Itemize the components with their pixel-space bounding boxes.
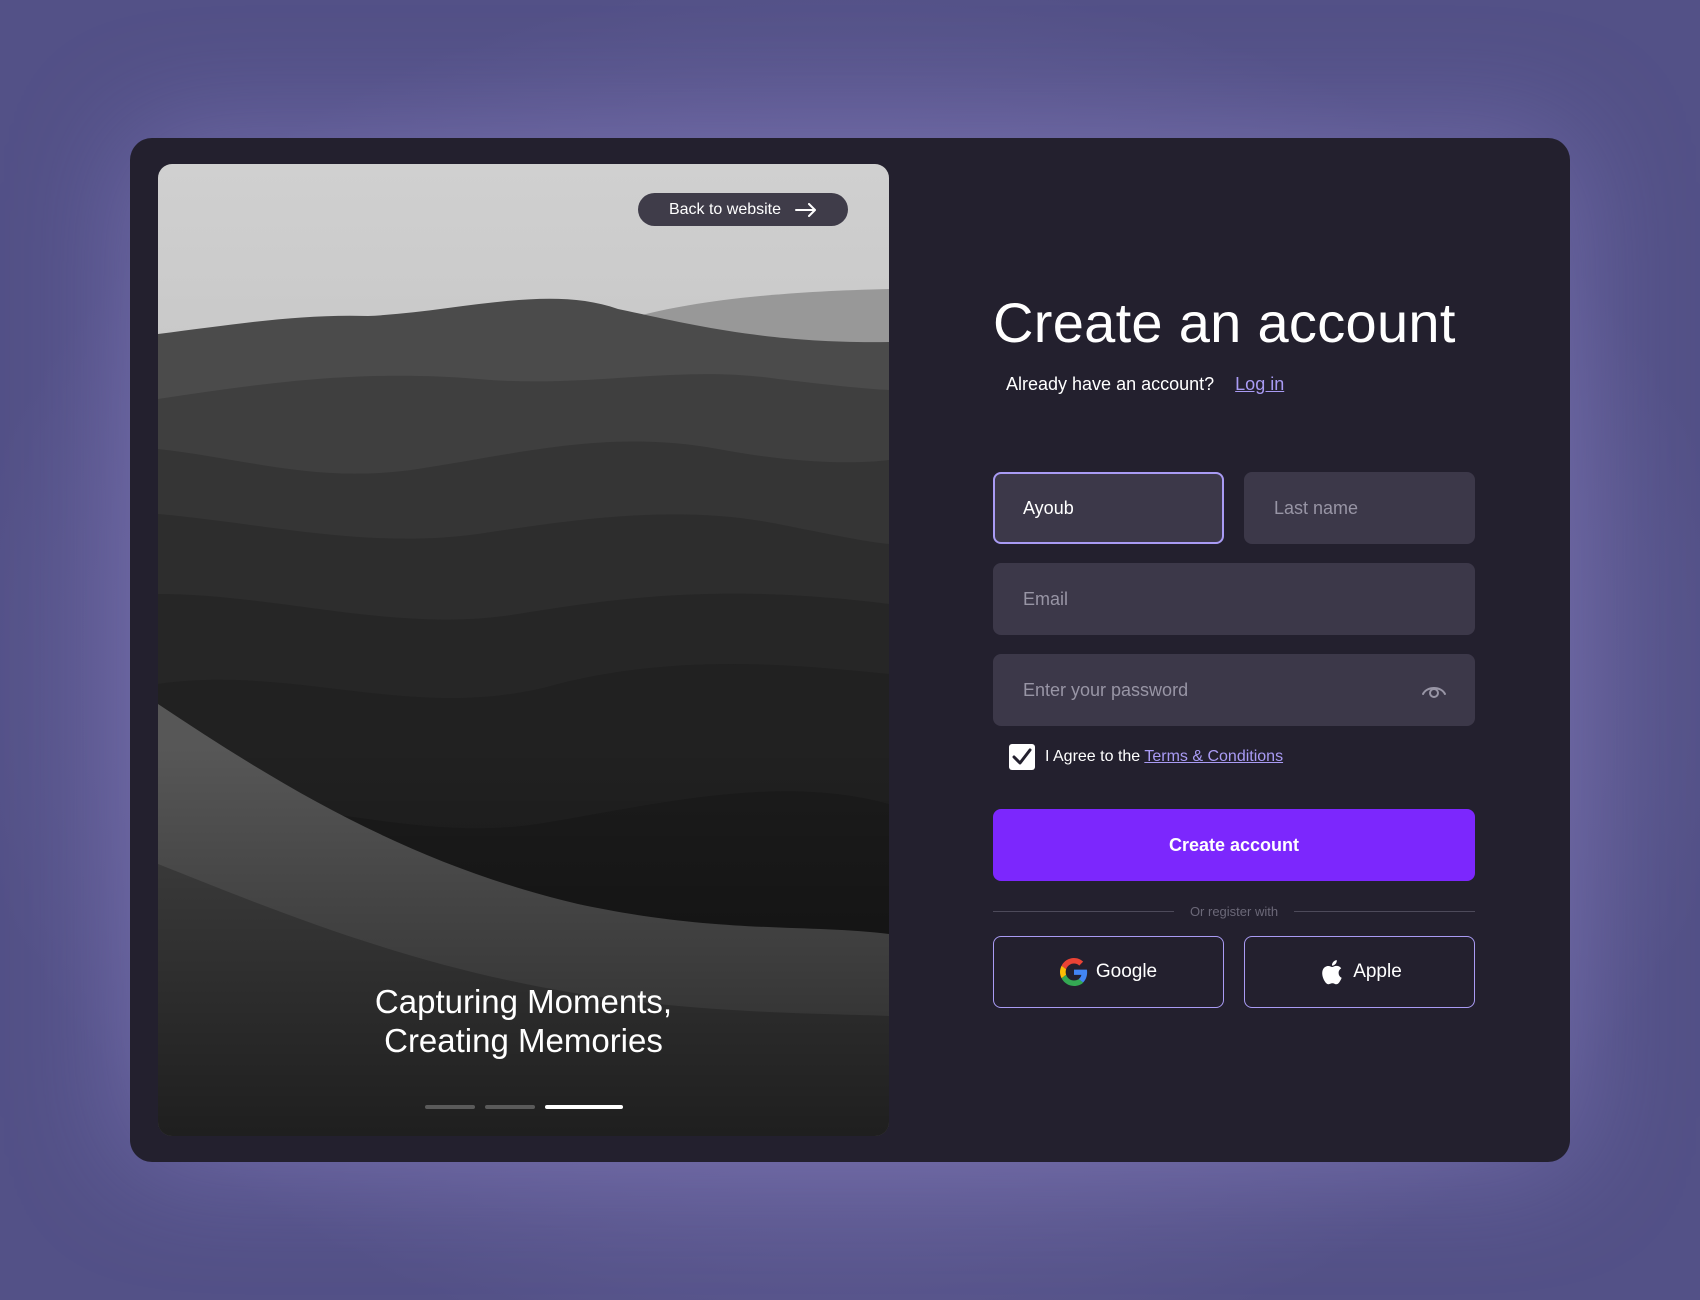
checkmark-icon: [1012, 748, 1032, 765]
terms-checkbox[interactable]: [1009, 744, 1035, 770]
terms-link[interactable]: Terms & Conditions: [1144, 748, 1283, 765]
apple-label: Apple: [1353, 961, 1402, 982]
create-account-label: Create account: [1168, 834, 1300, 855]
login-prompt-text: Already have an account?: [1006, 374, 1215, 394]
page-title: Create an account: [993, 291, 1456, 354]
password-placeholder: Enter your password: [1023, 679, 1189, 700]
divider-line-left: [993, 910, 1174, 912]
first-name-field[interactable]: Ayoub: [993, 472, 1224, 544]
signup-card: Back to website Capturing Moments, Creat…: [130, 138, 1570, 1162]
divider-line-right: [1294, 910, 1476, 912]
hero-image-panel: Back to website Capturing Moments, Creat…: [158, 164, 889, 1136]
google-label: Google: [1095, 961, 1158, 982]
back-to-website-label: Back to website: [668, 200, 782, 218]
arrow-right-icon: [795, 202, 817, 217]
eye-icon[interactable]: [1421, 678, 1447, 702]
create-account-button[interactable]: Create account: [993, 809, 1475, 881]
password-field[interactable]: Enter your password: [993, 654, 1475, 726]
login-prompt-row: Already have an account? Log in: [1006, 374, 1284, 395]
last-name-field[interactable]: Last name: [1244, 472, 1475, 544]
last-name-placeholder: Last name: [1274, 497, 1359, 518]
email-field[interactable]: Email: [993, 563, 1475, 635]
google-signup-button[interactable]: Google: [993, 936, 1224, 1008]
back-to-website-button[interactable]: Back to website: [638, 193, 848, 226]
tagline-line-1: Capturing Moments,: [374, 983, 673, 1020]
carousel-dot-3[interactable]: [544, 1105, 623, 1109]
email-placeholder: Email: [1023, 588, 1069, 609]
terms-agreement: I Agree to the Terms & Conditions: [1009, 744, 1283, 770]
carousel-dot-2[interactable]: [484, 1105, 535, 1109]
divider-label: Or register with: [1189, 903, 1279, 919]
tagline-line-2: Creating Memories: [384, 1022, 663, 1059]
first-name-value: Ayoub: [1023, 497, 1074, 518]
carousel-dot-1[interactable]: [424, 1105, 475, 1109]
carousel-indicators: [158, 1105, 889, 1109]
hero-tagline: Capturing Moments, Creating Memories: [158, 982, 889, 1060]
terms-text: I Agree to the Terms & Conditions: [1045, 748, 1283, 766]
google-icon: [1059, 958, 1087, 986]
register-divider: Or register with: [993, 901, 1476, 921]
agree-text: I Agree to the: [1045, 748, 1141, 765]
login-link[interactable]: Log in: [1235, 374, 1284, 394]
apple-icon: [1322, 960, 1342, 985]
apple-signup-button[interactable]: Apple: [1244, 936, 1475, 1008]
